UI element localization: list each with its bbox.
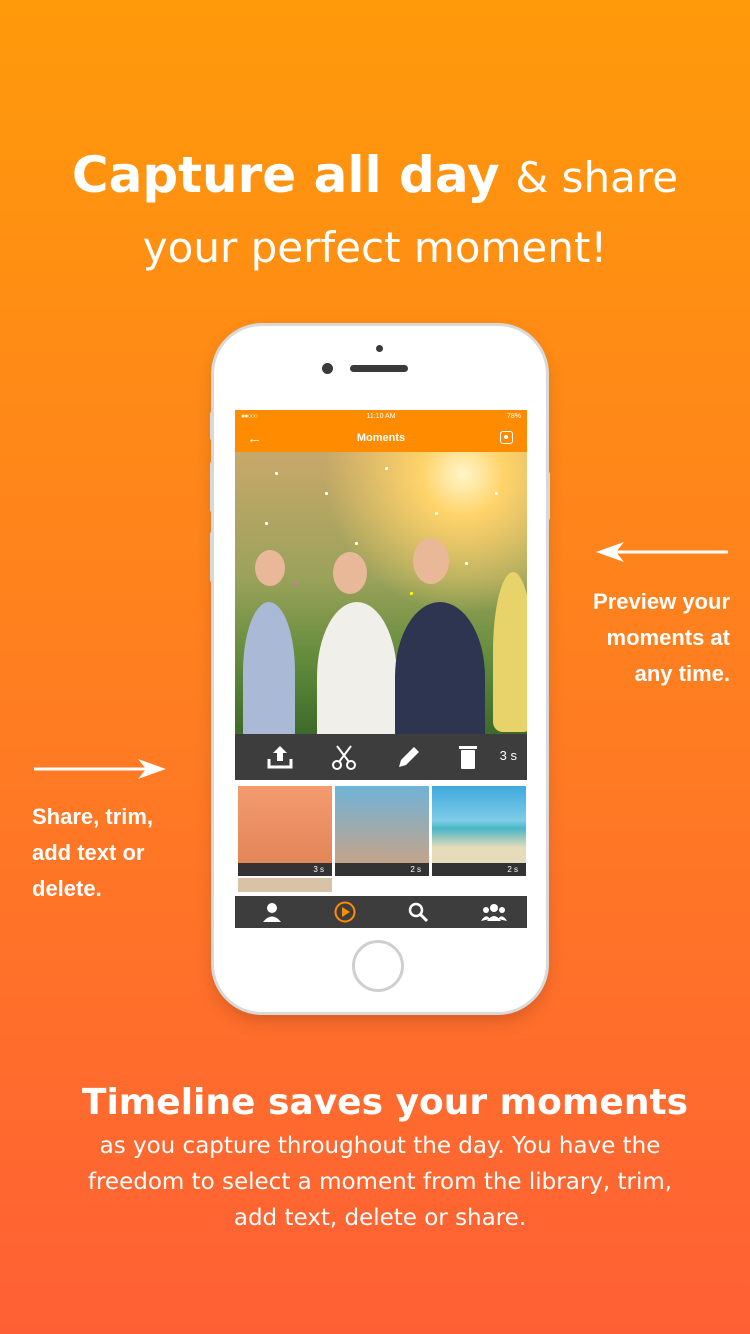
thumbnail-duration: 2 s [335, 863, 429, 876]
thumbnail-3[interactable]: 2 s [432, 786, 526, 876]
scissors-icon[interactable] [329, 743, 359, 771]
thumbnail-2[interactable]: 2 s [335, 786, 429, 876]
group-icon[interactable] [480, 901, 508, 923]
headline-line2: your perfect moment! [142, 223, 608, 272]
pencil-icon[interactable] [393, 743, 423, 771]
annotation-line: moments at [606, 625, 730, 650]
beach-thumbnail [432, 786, 526, 863]
footer-line: as you capture throughout the day. You h… [99, 1133, 661, 1159]
edit-toolbar: 3 s [235, 734, 527, 780]
search-icon[interactable] [407, 901, 429, 923]
arrow-left-annotation-icon [596, 542, 728, 562]
proximity-sensor [376, 345, 383, 352]
headline: Capture all day & share your perfect mom… [0, 140, 750, 283]
app-screen: ●●○○○ 11:10 AM 78% ← Moments 3 s 3 s 2 s… [235, 410, 527, 928]
nav-title: Moments [356, 432, 406, 444]
phone-mockup: ●●○○○ 11:10 AM 78% ← Moments 3 s 3 s 2 s… [210, 326, 550, 1012]
volume-up-button [210, 462, 214, 512]
edit-annotation: Share, trim, add text or delete. [32, 799, 153, 907]
annotation-line: add text or [32, 840, 145, 865]
footer-title: Timeline saves your moments [81, 1082, 689, 1123]
thumbnail-duration: 3 s [238, 863, 332, 876]
headline-rest: & share [515, 153, 679, 202]
partial-thumbnail [238, 878, 332, 892]
thumbnail-4[interactable] [238, 878, 332, 892]
headline-bold: Capture all day [71, 146, 500, 204]
trash-icon[interactable] [453, 743, 483, 771]
play-icon[interactable] [334, 901, 356, 923]
footer-line: add text, delete or share. [233, 1205, 527, 1231]
front-camera [322, 363, 333, 374]
footer-description: as you capture throughout the day. You h… [50, 1128, 710, 1236]
upload-icon[interactable] [265, 743, 295, 771]
status-time: 11:10 AM [366, 413, 396, 420]
annotation-line: delete. [32, 876, 102, 901]
power-button [546, 472, 550, 520]
footer-line: freedom to select a moment from the libr… [87, 1169, 673, 1195]
moment-preview[interactable] [235, 452, 527, 734]
status-bar: ●●○○○ 11:10 AM 78% [235, 410, 527, 425]
earpiece-speaker [350, 365, 408, 372]
thumbnail-duration: 2 s [432, 863, 526, 876]
preview-annotation: Preview your moments at any time. [593, 584, 730, 692]
mute-switch [210, 412, 214, 440]
annotation-line: Share, trim, [32, 804, 154, 829]
selfie-thumbnail [335, 786, 429, 863]
annotation-line: Preview your [593, 589, 730, 614]
nav-bar: ← Moments [235, 425, 527, 452]
moment-library: 3 s 2 s 2 s [235, 780, 527, 892]
wedding-thumbnail [238, 786, 332, 863]
record-icon[interactable] [500, 431, 513, 444]
home-button [352, 940, 404, 992]
profile-icon[interactable] [261, 901, 283, 923]
battery-level: 78% [506, 413, 521, 420]
arrow-right-annotation-icon [34, 759, 166, 779]
tab-bar [235, 896, 527, 928]
annotation-line: any time. [634, 661, 730, 686]
thumbnail-1[interactable]: 3 s [238, 786, 332, 876]
clip-duration: 3 s [499, 748, 517, 763]
volume-down-button [210, 532, 214, 582]
